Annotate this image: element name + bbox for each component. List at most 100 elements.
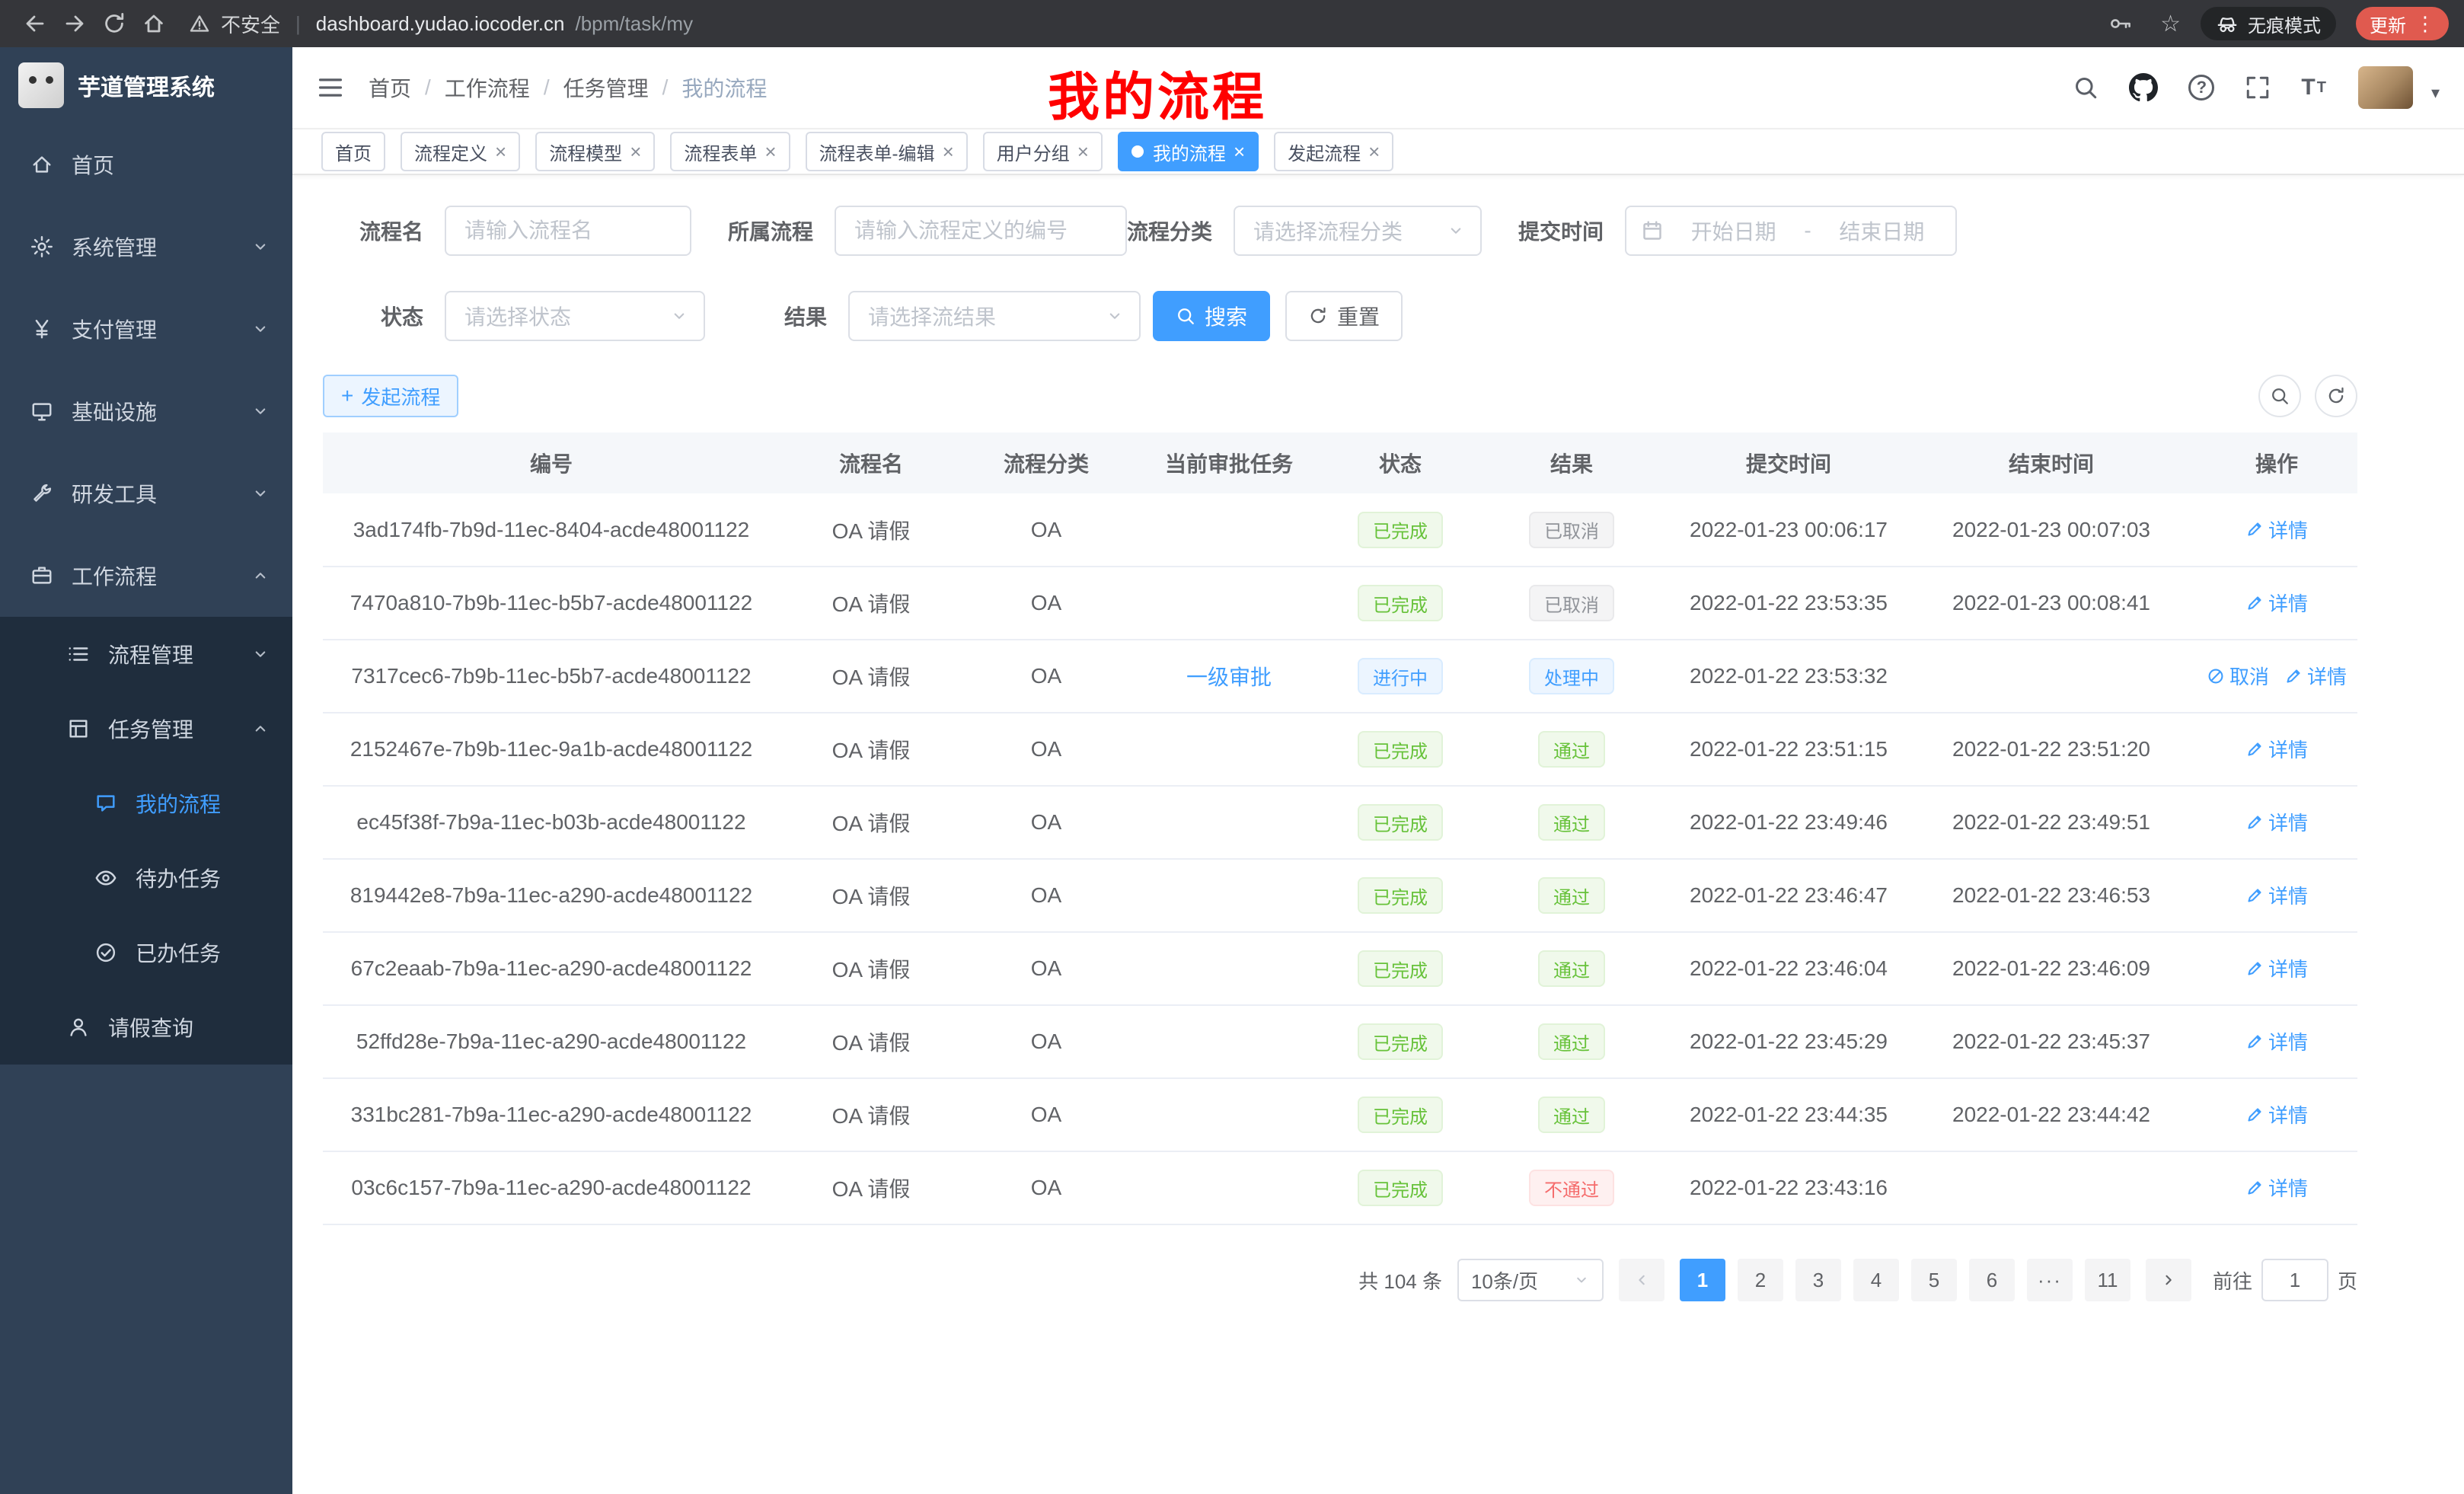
end-time-cell: 2022-01-23 00:08:41 [1907,567,2196,640]
goto-page-input[interactable] [2261,1259,2328,1301]
page-button-6[interactable]: 6 [1969,1259,2015,1301]
current-task-link[interactable]: 一级审批 [1186,666,1272,689]
status-cell: 进行中 [1328,640,1473,713]
page-button-11[interactable]: 11 [2085,1259,2130,1301]
sidebar-item-done-tasks[interactable]: 已办任务 [0,915,292,990]
chevron-down-icon [1573,1272,1590,1288]
app-logo[interactable]: 芋道管理系统 [0,47,292,123]
cancel-link[interactable]: 取消 [2207,662,2269,690]
result-select[interactable]: 请选择流结果 [848,291,1141,341]
detail-link[interactable]: 详情 [2245,1027,2308,1055]
detail-link[interactable]: 详情 [2245,1173,2308,1202]
actions-cell: 取消详情 [2196,640,2357,713]
fullscreen-icon[interactable] [2245,75,2271,101]
prev-page-button[interactable] [1619,1259,1664,1301]
back-icon[interactable] [15,4,55,43]
tab-user-group[interactable]: 用户分组× [983,132,1103,171]
owner-process-input[interactable] [835,206,1127,256]
tab-process-form-edit[interactable]: 流程表单-编辑× [806,132,968,171]
sidebar-item-process-mgmt[interactable]: 流程管理 [0,617,292,691]
tab-process-def[interactable]: 流程定义× [401,132,520,171]
update-button[interactable]: 更新 ⋮ [2356,7,2449,40]
tab-start-process[interactable]: 发起流程× [1274,132,1393,171]
detail-link[interactable]: 详情 [2245,808,2308,836]
result-placeholder: 请选择流结果 [868,301,996,331]
help-icon[interactable]: ? [2188,75,2214,101]
breadcrumb-item[interactable]: 工作流程 [445,72,530,103]
sidebar-item-todo-tasks[interactable]: 待办任务 [0,841,292,915]
sidebar-item-my-process[interactable]: 我的流程 [0,766,292,841]
close-icon[interactable]: × [943,142,954,161]
status-badge: 已完成 [1358,512,1443,548]
detail-link[interactable]: 详情 [2245,1100,2308,1128]
url-domain: dashboard.yudao.iocoder.cn [316,12,565,36]
chevron-up-icon [251,720,270,738]
forward-icon[interactable] [55,4,94,43]
detail-link[interactable]: 详情 [2245,516,2308,544]
close-icon[interactable]: × [630,142,641,161]
page-button-1[interactable]: 1 [1680,1259,1725,1301]
home-icon[interactable] [134,4,174,43]
chevron-down-icon[interactable]: ▾ [2431,83,2440,109]
breadcrumb-separator: / [425,75,431,100]
close-icon[interactable]: × [495,142,506,161]
page-button-3[interactable]: 3 [1795,1259,1841,1301]
search-icon[interactable] [2073,75,2099,101]
reload-icon[interactable] [94,4,134,43]
tab-process-form[interactable]: 流程表单× [670,132,790,171]
pager-more-icon[interactable]: ··· [2027,1259,2073,1301]
font-size-icon[interactable]: TT [2301,75,2328,101]
avatar[interactable] [2358,66,2413,109]
date-start-placeholder: 开始日期 [1675,215,1792,246]
chat-icon [94,792,120,815]
tab-process-model[interactable]: 流程模型× [535,132,655,171]
table-row: 03c6c157-7b9a-11ec-a290-acde48001122OA 请… [323,1151,2357,1224]
sidebar-item-home[interactable]: 首页 [0,123,292,206]
bookmark-star-icon[interactable]: ☆ [2160,11,2181,37]
sidebar-item-devtools[interactable]: 研发工具 [0,452,292,535]
show-search-button[interactable] [2258,375,2301,417]
category-select[interactable]: 请选择流程分类 [1234,206,1482,256]
key-icon[interactable] [2101,4,2140,43]
briefcase-icon [30,564,56,587]
detail-link[interactable]: 详情 [2245,954,2308,982]
reset-button[interactable]: 重置 [1285,291,1403,341]
sidebar-item-system[interactable]: 系统管理 [0,206,292,288]
detail-link[interactable]: 详情 [2284,662,2347,690]
detail-link[interactable]: 详情 [2245,735,2308,763]
sidebar-item-workflow[interactable]: 工作流程 [0,535,292,617]
table-row: 7317cec6-7b9b-11ec-b5b7-acde48001122OA 请… [323,640,2357,713]
address-bar[interactable]: 不安全 | dashboard.yudao.iocoder.cn/bpm/tas… [189,10,693,38]
page-button-2[interactable]: 2 [1738,1259,1783,1301]
sidebar-item-infrastructure[interactable]: 基础设施 [0,370,292,452]
status-select[interactable]: 请选择状态 [445,291,705,341]
sidebar-item-leave-query[interactable]: 请假查询 [0,990,292,1065]
close-icon[interactable]: × [1234,142,1245,161]
sidebar-item-task-mgmt[interactable]: 任务管理 [0,691,292,766]
owner-process-label: 所属流程 [707,215,813,246]
page-button-5[interactable]: 5 [1911,1259,1957,1301]
submit-time-range-picker[interactable]: 开始日期 - 结束日期 [1625,206,1957,256]
close-icon[interactable]: × [1077,142,1089,161]
page-size-select[interactable]: 10条/页 [1457,1259,1604,1301]
detail-link[interactable]: 详情 [2245,881,2308,909]
close-icon[interactable]: × [764,142,776,161]
github-icon[interactable] [2129,73,2158,102]
breadcrumb-item[interactable]: 任务管理 [563,72,649,103]
detail-link[interactable]: 详情 [2245,589,2308,617]
start-process-button[interactable]: + 发起流程 [323,375,458,417]
sidebar-toggle-icon[interactable] [317,74,344,101]
sidebar-item-payment[interactable]: 支付管理 [0,288,292,370]
page-button-4[interactable]: 4 [1853,1259,1899,1301]
refresh-table-button[interactable] [2315,375,2357,417]
tab-home[interactable]: 首页 [321,132,385,171]
tab-my-process[interactable]: 我的流程× [1118,132,1259,171]
actions-cell: 详情 [2196,493,2357,567]
next-page-button[interactable] [2146,1259,2191,1301]
process-name-input[interactable] [445,206,691,256]
sidebar-item-label: 工作流程 [72,560,157,591]
close-icon[interactable]: × [1368,142,1380,161]
search-button[interactable]: 搜索 [1153,291,1270,341]
breadcrumb-item[interactable]: 首页 [369,72,411,103]
browser-menu-icon[interactable]: ⋮ [2415,12,2435,36]
